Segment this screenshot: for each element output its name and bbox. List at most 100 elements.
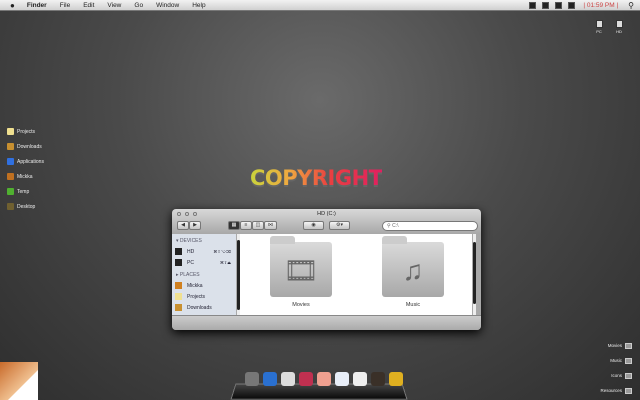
status-icon-4[interactable] [568,2,576,9]
column-view-button[interactable]: ◫ [252,221,264,230]
eject-shortcut[interactable]: ⌘⇧⌥⌫ [213,249,231,254]
close-button[interactable] [177,212,181,216]
folder-movies[interactable]: 🎞 Movies [268,236,334,308]
shortcut-label: Mickka [17,173,33,180]
shortcut-applications[interactable]: Applications [7,154,44,169]
shortcut-label: Icons [611,373,622,378]
folder-music[interactable]: ♫ Music [380,236,446,308]
shortcut-resources[interactable]: Resources [600,383,632,398]
page-curl-corner[interactable] [0,362,38,400]
folder-icon [7,158,14,165]
toolbar: ◀ ▶ ▦ ≡ ◫ ⋈ ◉ ⚙▾ ⚲ C:\ [172,219,481,234]
dock-dvd-player-icon[interactable] [281,372,295,386]
quick-look-eye-icon[interactable]: ◉ [303,221,324,230]
folder-label: Music [405,302,421,308]
apple-menu-icon[interactable]: ● [10,1,15,10]
folder-icon [625,342,632,349]
minimize-button[interactable] [185,212,189,216]
title-bar[interactable]: HD (C:) [172,209,481,219]
status-icon-1[interactable] [529,2,537,9]
desktop-drive-pc[interactable]: PC [592,20,606,34]
wallpaper-copyright-text: COPYRIGHT [250,166,383,190]
back-button[interactable]: ◀ [177,221,189,230]
dock-photoshop-icon[interactable] [371,372,385,386]
shortcut-music[interactable]: Music [600,353,632,368]
shortcut-label: Projects [17,128,36,135]
folder-icon [625,372,632,379]
status-bar [172,315,481,330]
forward-button[interactable]: ▶ [189,221,201,230]
status-icon-2[interactable] [542,2,550,9]
status-icon-3[interactable] [555,2,563,9]
menu-bar: ● Finder File Edit View Go Window Help |… [0,0,640,11]
shortcut-projects[interactable]: Projects [7,124,44,139]
shortcut-desktop[interactable]: Desktop [7,199,44,214]
item-label: PC [187,259,194,266]
shortcut-label: Downloads [17,143,42,150]
folder-icon [625,357,632,364]
folder-icon [625,387,632,394]
menu-window[interactable]: Window [156,2,179,9]
folder-icon [7,128,14,135]
dock-feather-icon[interactable] [263,372,277,386]
menu-help[interactable]: Help [192,2,205,9]
film-folder-icon: 🎞 [270,236,332,297]
search-value: C:\ [392,223,399,229]
drive-icon [175,259,182,266]
menu-file[interactable]: File [60,2,70,9]
sidebar-item-pc[interactable]: PC ⌘⇧⏏ [172,257,239,268]
dock-piggy-bank-icon[interactable] [317,372,331,386]
header-label: DEVICES [179,238,202,244]
icon-view-button[interactable]: ▦ [228,221,240,230]
music-folder-icon: ♫ [382,236,444,297]
dock-cereal-box-icon[interactable] [299,372,313,386]
home-icon [7,173,14,180]
finder-window: HD (C:) ◀ ▶ ▦ ≡ ◫ ⋈ ◉ ⚙▾ ⚲ C:\ ▾ DEVICES… [172,209,481,330]
shortcut-mickka[interactable]: Mickka [7,169,44,184]
shortcut-downloads[interactable]: Downloads [7,139,44,154]
sidebar-item-mickka[interactable]: Mickka [172,280,239,291]
devices-header[interactable]: ▾ DEVICES [172,234,239,246]
menu-edit[interactable]: Edit [83,2,94,9]
drive-label: HD [616,29,622,34]
file-area: 🎞 Movies ♫ Music [240,234,476,315]
shortcut-label: Desktop [17,203,36,210]
right-shortcuts: Movies Music Icons Resources [600,338,632,398]
clock[interactable]: | 01:59 PM | [583,2,618,9]
dock-skull-icon[interactable] [245,372,259,386]
sidebar-item-projects[interactable]: Projects [172,291,239,302]
dock-robot-icon[interactable] [353,372,367,386]
drive-label: PC [596,29,602,34]
shortcut-label: Temp [17,188,30,195]
zoom-button[interactable] [193,212,197,216]
coverflow-view-button[interactable]: ⋈ [264,221,277,230]
eject-shortcut[interactable]: ⌘⇧⏏ [220,260,231,265]
dock-box-icon[interactable] [389,372,403,386]
sidebar-item-downloads[interactable]: Downloads [172,302,239,313]
dock-shelf [230,383,408,400]
item-label: HD [187,248,195,255]
main-scrollbar[interactable] [472,234,476,315]
spotlight-search-icon[interactable]: ⚲ [628,1,634,10]
item-label: Downloads [187,304,212,311]
places-header[interactable]: ▸ PLACES [172,268,239,280]
search-input[interactable]: ⚲ C:\ [382,221,478,231]
list-view-button[interactable]: ≡ [240,221,252,230]
header-label: PLACES [179,272,200,278]
shortcut-movies[interactable]: Movies [600,338,632,353]
desktop-drive-hd[interactable]: HD [612,20,626,34]
sidebar-item-hd[interactable]: HD ⌘⇧⌥⌫ [172,246,239,257]
shortcut-temp[interactable]: Temp [7,184,44,199]
dock-milk-icon[interactable] [335,372,349,386]
drive-icon [175,248,182,255]
menu-finder[interactable]: Finder [27,2,47,9]
menu-go[interactable]: Go [134,2,143,9]
action-gear-icon[interactable]: ⚙▾ [329,221,350,230]
shortcut-icons[interactable]: Icons [600,368,632,383]
drive-icon [615,20,623,28]
menu-view[interactable]: View [107,2,121,9]
drive-icon [595,20,603,28]
folder-icon [7,203,14,210]
shortcut-label: Music [610,358,622,363]
folder-label: Movies [292,302,310,308]
